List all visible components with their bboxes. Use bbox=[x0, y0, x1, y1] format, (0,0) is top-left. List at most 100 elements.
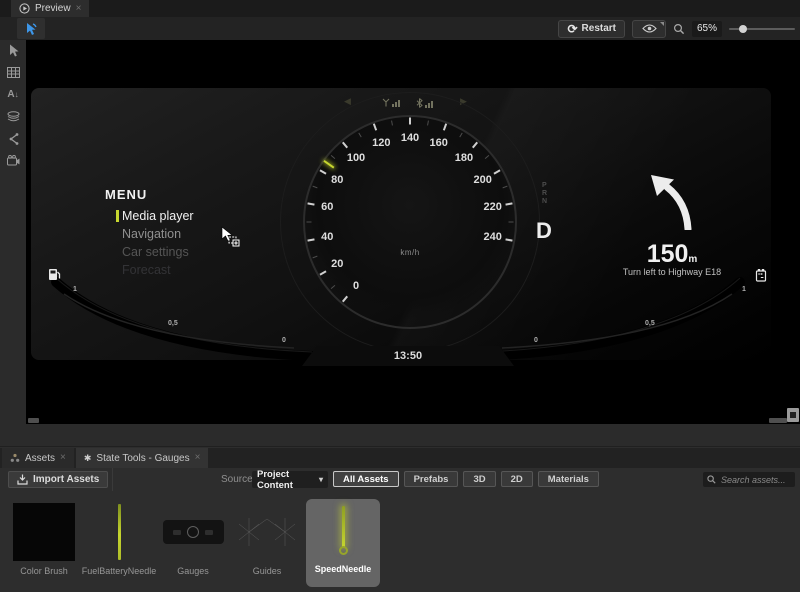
text-tool-icon[interactable]: A↓ bbox=[3, 87, 23, 102]
battery-icon bbox=[755, 268, 767, 282]
speed-scale-label: 20 bbox=[331, 258, 343, 270]
import-icon bbox=[17, 474, 28, 485]
branch-tool-icon[interactable] bbox=[3, 131, 23, 146]
gauges-thumbnail bbox=[163, 520, 224, 544]
fuel-pump-icon bbox=[47, 267, 62, 282]
eye-icon bbox=[642, 24, 657, 33]
speed-tick bbox=[307, 222, 312, 223]
preview-toolbar: ⟳ Restart 65% bbox=[0, 17, 800, 40]
filter-materials[interactable]: Materials bbox=[538, 471, 599, 487]
color-brush-thumbnail bbox=[13, 503, 75, 561]
restart-label: Restart bbox=[582, 23, 616, 34]
speed-tick bbox=[509, 222, 514, 223]
speed-scale-label: 180 bbox=[455, 152, 473, 164]
asset-tile-guides[interactable]: Guides bbox=[230, 501, 304, 585]
close-icon[interactable]: × bbox=[60, 453, 66, 463]
toolbar-divider bbox=[112, 468, 113, 491]
titlebar: Preview × bbox=[0, 0, 800, 17]
zoom-slider[interactable] bbox=[729, 22, 795, 36]
state-tools-tab-label: State Tools - Gauges bbox=[96, 453, 189, 464]
preview-tab-label: Preview bbox=[35, 3, 71, 14]
speed-scale-label: 240 bbox=[484, 231, 502, 243]
speedometer-dial: km/h 020406080100120140160180200220240 bbox=[302, 114, 518, 330]
preview-tab[interactable]: Preview × bbox=[11, 0, 89, 17]
cursor-click-icon bbox=[24, 22, 38, 36]
assets-grid: Color Brush FuelBatteryNeedle Gauges bbox=[0, 491, 800, 592]
asset-tile-fuelbatteryneedle[interactable]: FuelBatteryNeedle bbox=[82, 501, 156, 585]
gear-icon: ✱ bbox=[84, 453, 92, 464]
scrollbar-corner-button[interactable] bbox=[787, 408, 799, 422]
navigation-distance: 150m bbox=[612, 240, 732, 269]
speed-tick bbox=[409, 118, 411, 125]
select-tool-icon[interactable] bbox=[3, 43, 23, 58]
tab-assets[interactable]: Assets × bbox=[2, 448, 74, 468]
left-tool-sidebar: A↓ bbox=[0, 40, 26, 424]
fuelbatteryneedle-thumbnail bbox=[118, 504, 121, 560]
asset-search[interactable] bbox=[703, 472, 795, 487]
filter-2d[interactable]: 2D bbox=[501, 471, 533, 487]
asset-tile-speedneedle[interactable]: SpeedNeedle bbox=[306, 499, 380, 587]
tab-state-tools-gauges[interactable]: ✱ State Tools - Gauges × bbox=[76, 448, 209, 468]
restart-icon: ⟳ bbox=[567, 23, 577, 35]
speed-scale-label: 0 bbox=[353, 280, 359, 292]
menu-item-navigation[interactable]: Navigation bbox=[122, 227, 181, 241]
assets-toolbar: Import Assets Source Project Content ▾ A… bbox=[0, 468, 800, 491]
current-gear-indicator: D bbox=[536, 218, 552, 244]
speed-tick bbox=[307, 238, 314, 241]
horizontal-scrollbar-left-handle[interactable] bbox=[28, 418, 39, 423]
battery-full-label: 1 bbox=[742, 286, 746, 293]
asset-label: Gauges bbox=[177, 566, 209, 576]
assets-panel: Assets × ✱ State Tools - Gauges × Import… bbox=[0, 424, 800, 592]
battery-half-label: 0,5 bbox=[645, 320, 655, 327]
asset-filter-group: All Assets Prefabs 3D 2D Materials bbox=[333, 471, 599, 487]
pick-tool-button[interactable] bbox=[17, 18, 45, 39]
play-icon bbox=[19, 3, 30, 14]
asset-label: SpeedNeedle bbox=[315, 564, 372, 574]
speed-tick bbox=[427, 120, 429, 125]
search-input[interactable] bbox=[719, 474, 791, 486]
asset-label: Color Brush bbox=[20, 566, 68, 576]
menu-item-media-player[interactable]: Media player bbox=[122, 209, 194, 223]
camera-tool-icon[interactable] bbox=[3, 153, 23, 168]
import-assets-label: Import Assets bbox=[33, 474, 99, 485]
speed-scale-label: 160 bbox=[430, 137, 448, 149]
filter-prefabs[interactable]: Prefabs bbox=[404, 471, 459, 487]
close-icon[interactable]: × bbox=[195, 453, 201, 463]
zoom-magnifier-icon bbox=[673, 23, 685, 35]
panel-tab-bar: Assets × ✱ State Tools - Gauges × bbox=[0, 448, 800, 468]
menu-item-car-settings[interactable]: Car settings bbox=[122, 245, 189, 259]
close-icon[interactable]: × bbox=[76, 4, 82, 14]
restart-button[interactable]: ⟳ Restart bbox=[558, 20, 625, 38]
filter-3d[interactable]: 3D bbox=[463, 471, 495, 487]
gear-options: P R N bbox=[542, 182, 547, 205]
import-assets-button[interactable]: Import Assets bbox=[8, 471, 108, 488]
fuel-half-label: 0,5 bbox=[168, 320, 178, 327]
guides-thumbnail bbox=[237, 515, 297, 549]
cluster-menu-title: MENU bbox=[105, 187, 147, 202]
speed-scale-label: 60 bbox=[321, 201, 333, 213]
speed-scale-label: 200 bbox=[474, 174, 492, 186]
visibility-button[interactable] bbox=[632, 20, 666, 38]
application-window: Preview × ⟳ Restart bbox=[0, 0, 800, 592]
zoom-slider-handle[interactable] bbox=[739, 25, 747, 33]
distance-unit: m bbox=[688, 254, 697, 265]
menu-item-forecast[interactable]: Forecast bbox=[122, 263, 171, 277]
menu-selection-bar bbox=[116, 210, 119, 222]
speed-unit-label: km/h bbox=[400, 248, 419, 257]
layers-tool-icon[interactable] bbox=[3, 109, 23, 124]
horizontal-scrollbar-right-handle[interactable] bbox=[769, 418, 787, 423]
clock-value: 13:50 bbox=[394, 350, 422, 362]
preview-viewport[interactable]: ◀ ▶ MENU Media player Navigation Car set… bbox=[26, 40, 800, 424]
asset-tile-gauges[interactable]: Gauges bbox=[156, 501, 230, 585]
source-dropdown[interactable]: Project Content ▾ bbox=[252, 471, 328, 488]
zoom-level-value[interactable]: 65% bbox=[692, 21, 722, 37]
speed-scale-label: 140 bbox=[401, 132, 419, 144]
asset-label: FuelBatteryNeedle bbox=[82, 566, 157, 576]
filter-all-assets[interactable]: All Assets bbox=[333, 471, 399, 487]
navigation-instruction: Turn left to Highway E18 bbox=[592, 267, 752, 277]
grid-tool-icon[interactable] bbox=[3, 65, 23, 80]
clock-panel: 13:50 bbox=[302, 346, 514, 366]
fuel-full-label: 1 bbox=[73, 286, 77, 293]
battery-empty-label: 0 bbox=[534, 337, 538, 344]
asset-tile-color-brush[interactable]: Color Brush bbox=[7, 501, 81, 585]
